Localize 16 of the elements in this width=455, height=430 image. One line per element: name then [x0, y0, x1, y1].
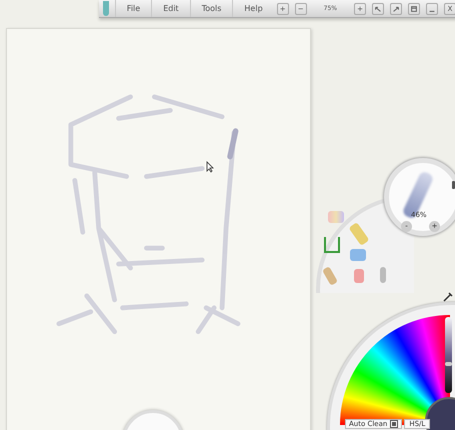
- lightness-slider[interactable]: [445, 317, 452, 393]
- menu-item[interactable]: File: [114, 0, 152, 17]
- checkbox[interactable]: [390, 420, 398, 428]
- left-arrow-icon: [374, 4, 382, 12]
- window-icon: [410, 4, 418, 12]
- menu-item[interactable]: Help: [232, 0, 274, 17]
- menu-item[interactable]: Edit: [151, 0, 190, 17]
- toolbar-button[interactable]: [390, 2, 402, 14]
- pointer-icon: [206, 161, 214, 173]
- toolbar-button[interactable]: [408, 2, 420, 14]
- toolbar-handle[interactable]: [103, 1, 109, 16]
- menu-item[interactable]: Tools: [190, 0, 232, 17]
- right-arrow-icon: [392, 4, 400, 12]
- toolbar-button[interactable]: [372, 2, 384, 14]
- toolbar-button[interactable]: [426, 2, 438, 14]
- slider-thumb[interactable]: [445, 362, 452, 366]
